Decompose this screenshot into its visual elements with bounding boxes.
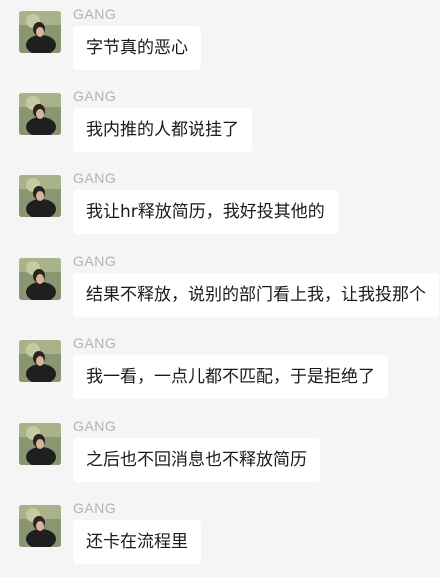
chat-message: GANG 我让hr释放简历，我好投其他的 [0, 164, 440, 246]
message-bubble[interactable]: 结果不释放，说别的部门看上我，让我投那个 [73, 273, 439, 317]
sender-name: GANG [73, 500, 117, 516]
avatar-image [19, 505, 61, 547]
sender-name: GANG [73, 6, 117, 22]
message-bubble[interactable]: 我一看，一点儿都不匹配，于是拒绝了 [73, 355, 388, 399]
avatar[interactable] [19, 340, 61, 382]
avatar[interactable] [19, 423, 61, 465]
avatar[interactable] [19, 175, 61, 217]
message-bubble[interactable]: 我内推的人都说挂了 [73, 108, 252, 152]
avatar-image [19, 258, 61, 300]
avatar-image [19, 423, 61, 465]
sender-name: GANG [73, 418, 117, 434]
message-bubble[interactable]: 之后也不回消息也不释放简历 [73, 438, 320, 482]
chat-message: GANG 之后也不回消息也不释放简历 [0, 412, 440, 494]
chat-message: GANG 字节真的恶心 [0, 0, 440, 82]
avatar[interactable] [19, 505, 61, 547]
chat-message: GANG 我内推的人都说挂了 [0, 82, 440, 164]
message-bubble[interactable]: 还卡在流程里 [73, 520, 201, 564]
message-bubble[interactable]: 我让hr释放简历，我好投其他的 [73, 190, 338, 234]
message-bubble[interactable]: 字节真的恶心 [73, 26, 201, 70]
sender-name: GANG [73, 253, 117, 269]
avatar[interactable] [19, 11, 61, 53]
avatar[interactable] [19, 258, 61, 300]
sender-name: GANG [73, 170, 117, 186]
sender-name: GANG [73, 88, 117, 104]
avatar-image [19, 11, 61, 53]
chat-message: GANG 结果不释放，说别的部门看上我，让我投那个 [0, 247, 440, 329]
sender-name: GANG [73, 335, 117, 351]
chat-message: GANG 我一看，一点儿都不匹配，于是拒绝了 [0, 329, 440, 411]
chat-message: GANG 还卡在流程里 [0, 494, 440, 576]
avatar-image [19, 340, 61, 382]
avatar-image [19, 175, 61, 217]
avatar[interactable] [19, 93, 61, 135]
avatar-image [19, 93, 61, 135]
